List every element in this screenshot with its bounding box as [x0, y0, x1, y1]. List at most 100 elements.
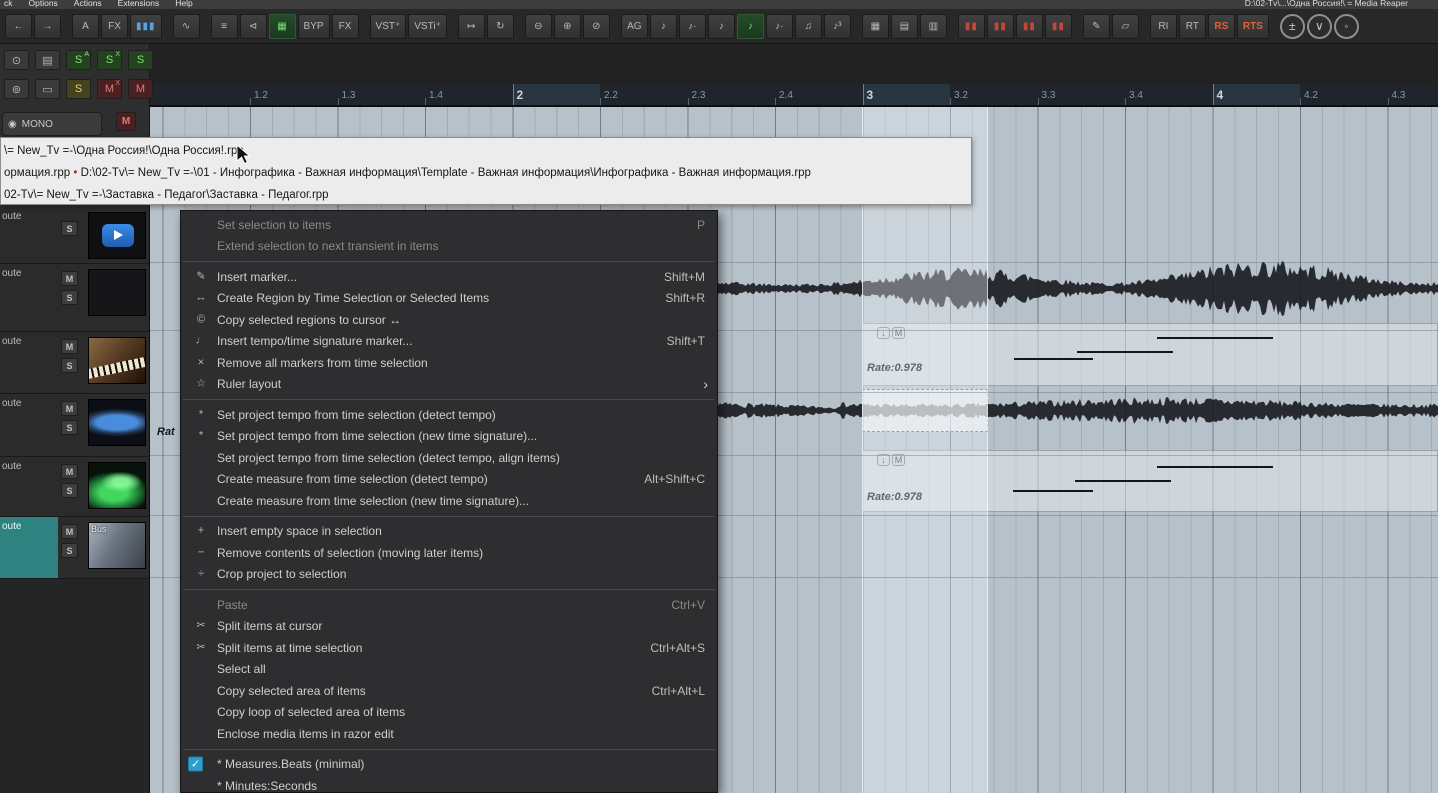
zoom-out-icon[interactable]: ⊖	[524, 13, 552, 39]
zoom-tool-2-icon[interactable]: ∨	[1306, 13, 1332, 39]
menu-item[interactable]: + Insert empty space in selection	[181, 521, 717, 543]
route-button[interactable]: oute	[2, 398, 21, 409]
grid-dots-3-icon[interactable]: ▥	[919, 13, 947, 39]
track-mute-button[interactable]: M	[61, 339, 78, 354]
menu-item[interactable]: ✎ Insert marker... Shift+M	[181, 266, 717, 288]
grid-dots-1-icon[interactable]: ▦	[861, 13, 889, 39]
track-solo-button[interactable]: S	[61, 358, 78, 373]
track-row[interactable]: oute M S	[0, 457, 149, 517]
list-icon[interactable]: ▤	[35, 50, 60, 70]
track-row[interactable]: oute M S Bus	[0, 517, 149, 579]
menubar-item[interactable]: Help	[175, 0, 192, 8]
eye-zoom-icon[interactable]: ⊚	[4, 79, 29, 99]
menu-item[interactable]: ÷ Crop project to selection	[181, 564, 717, 586]
zoom-in-icon[interactable]: ⊕	[553, 13, 581, 39]
note-dotted-icon[interactable]: ♪·	[678, 13, 706, 39]
menu-item[interactable]: ✂ Split items at time selection Ctrl+Alt+S	[181, 637, 717, 659]
track-mute-button[interactable]: M	[61, 464, 78, 479]
track-solo-button[interactable]: S	[61, 483, 78, 498]
fader-red-2-icon[interactable]: ▮▮	[986, 13, 1014, 39]
menu-item[interactable]: Create measure from time selection (new …	[181, 490, 717, 512]
envelope-icon[interactable]: ∿	[172, 13, 200, 39]
vsti-button[interactable]: VSTi⁺	[408, 13, 447, 39]
menu-item[interactable]: © Copy selected regions to cursor ↔	[181, 309, 717, 331]
fx-button[interactable]: FX	[101, 13, 128, 39]
menu-item[interactable]: Set project tempo from time selection (d…	[181, 447, 717, 469]
note-double-icon[interactable]: ♫	[794, 13, 822, 39]
menu-item[interactable]: * Minutes:Seconds	[181, 775, 717, 792]
route-button[interactable]: oute	[2, 268, 21, 279]
menu-item[interactable]: * Set project tempo from time selection (…	[181, 426, 717, 448]
track-row[interactable]: oute S	[0, 207, 149, 264]
speaker-icon[interactable]: ⊲	[239, 13, 267, 39]
route-button[interactable]: oute	[2, 211, 21, 222]
menu-item[interactable]: Extend selection to next transient in it…	[181, 236, 717, 258]
zoom-tool-3-icon[interactable]: ◦	[1333, 13, 1359, 39]
nav-forward-icon[interactable]: →	[34, 13, 61, 39]
a-button[interactable]: A	[72, 13, 99, 39]
menubar-item[interactable]: Extensions	[118, 0, 160, 8]
rt-button[interactable]: RT	[1178, 13, 1206, 39]
menu-item[interactable]: Paste Ctrl+V	[181, 594, 717, 616]
track-row[interactable]: oute M S	[0, 394, 149, 457]
m-button[interactable]: M	[128, 79, 153, 99]
mx-button[interactable]: MX	[97, 79, 122, 99]
menu-item[interactable]: Copy selected area of items Ctrl+Alt+L	[181, 680, 717, 702]
menu-item[interactable]: ↔ Create Region by Time Selection or Sele…	[181, 288, 717, 310]
folder-icon[interactable]: ▭	[35, 79, 60, 99]
pencil-icon[interactable]: ✎	[1082, 13, 1110, 39]
menu-item[interactable]: Select all	[181, 659, 717, 681]
nav-back-icon[interactable]: ←	[5, 13, 32, 39]
track-row[interactable]: oute M S	[0, 332, 149, 394]
ri-button[interactable]: RI	[1149, 13, 1177, 39]
fader-red-4-icon[interactable]: ▮▮	[1044, 13, 1072, 39]
menubar-item[interactable]: Options	[29, 0, 58, 8]
track-mute-button[interactable]: M	[61, 401, 78, 416]
note-dotted2-icon[interactable]: ♪·	[765, 13, 793, 39]
menu-item[interactable]: × Remove all markers from time selection	[181, 352, 717, 374]
eraser-icon[interactable]: ▱	[1111, 13, 1139, 39]
mono-button[interactable]: ◉ MONO	[2, 112, 102, 136]
vst-button[interactable]: VST⁺	[369, 13, 407, 39]
mixer-icon[interactable]: ≡	[210, 13, 238, 39]
menubar-item[interactable]: ck	[4, 0, 13, 8]
menu-item[interactable]: Create measure from time selection (dete…	[181, 469, 717, 491]
menu-item[interactable]: Enclose media items in razor edit	[181, 723, 717, 745]
track-solo-button[interactable]: S	[61, 290, 78, 305]
fader-red-1-icon[interactable]: ▮▮	[957, 13, 985, 39]
note-eighth-icon[interactable]: ♪	[707, 13, 735, 39]
eye-icon[interactable]: ⊙	[4, 50, 29, 70]
menubar-item[interactable]: Actions	[74, 0, 102, 8]
track-mute-button[interactable]: M	[61, 524, 78, 539]
menu-item[interactable]: Set selection to items P	[181, 214, 717, 236]
timeline-ruler[interactable]: 1.2 1.3 1.4 2 2.2 2.3 2.4 3 3.2 3.3 3.4 4 4.2 4.3	[150, 84, 1438, 107]
menu-item[interactable]: Copy loop of selected area of items	[181, 702, 717, 724]
fader-red-3-icon[interactable]: ▮▮	[1015, 13, 1043, 39]
grid-dots-2-icon[interactable]: ▤	[890, 13, 918, 39]
zoom-tool-1-icon[interactable]: ±	[1279, 13, 1305, 39]
track-solo-button[interactable]: S	[61, 221, 78, 236]
monitor-icon[interactable]: ▦	[268, 13, 296, 39]
rs-button[interactable]: RS	[1207, 13, 1235, 39]
note-triplet-icon[interactable]: ♪³	[823, 13, 851, 39]
menu-item[interactable]: ♩ Insert tempo/time signature marker... Sh…	[181, 331, 717, 353]
note-grid-icon[interactable]: ♪	[736, 13, 764, 39]
route-button[interactable]: oute	[2, 336, 21, 347]
s-button[interactable]: S	[128, 50, 153, 70]
fx-button[interactable]: FX	[331, 13, 359, 39]
zoom-q-icon[interactable]: ⊘	[582, 13, 610, 39]
s-button[interactable]: S	[66, 79, 91, 99]
sa-button[interactable]: SA	[66, 50, 91, 70]
track-mute-button[interactable]: M	[61, 271, 78, 286]
insert-plug-icon[interactable]: ↦	[457, 13, 485, 39]
menu-item[interactable]: ☆ Ruler layout ›	[181, 374, 717, 396]
menu-item[interactable]: * Set project tempo from time selection (…	[181, 404, 717, 426]
menu-item[interactable]: ✓ * Measures.Beats (minimal)	[181, 754, 717, 776]
route-button[interactable]: oute	[2, 461, 21, 472]
track-row[interactable]: oute M S	[0, 264, 149, 332]
time-selection-band[interactable]	[862, 107, 988, 793]
route-button[interactable]: oute	[2, 521, 21, 532]
track-solo-button[interactable]: S	[61, 543, 78, 558]
byp-button[interactable]: BYP	[297, 13, 330, 39]
track-solo-button[interactable]: S	[61, 420, 78, 435]
